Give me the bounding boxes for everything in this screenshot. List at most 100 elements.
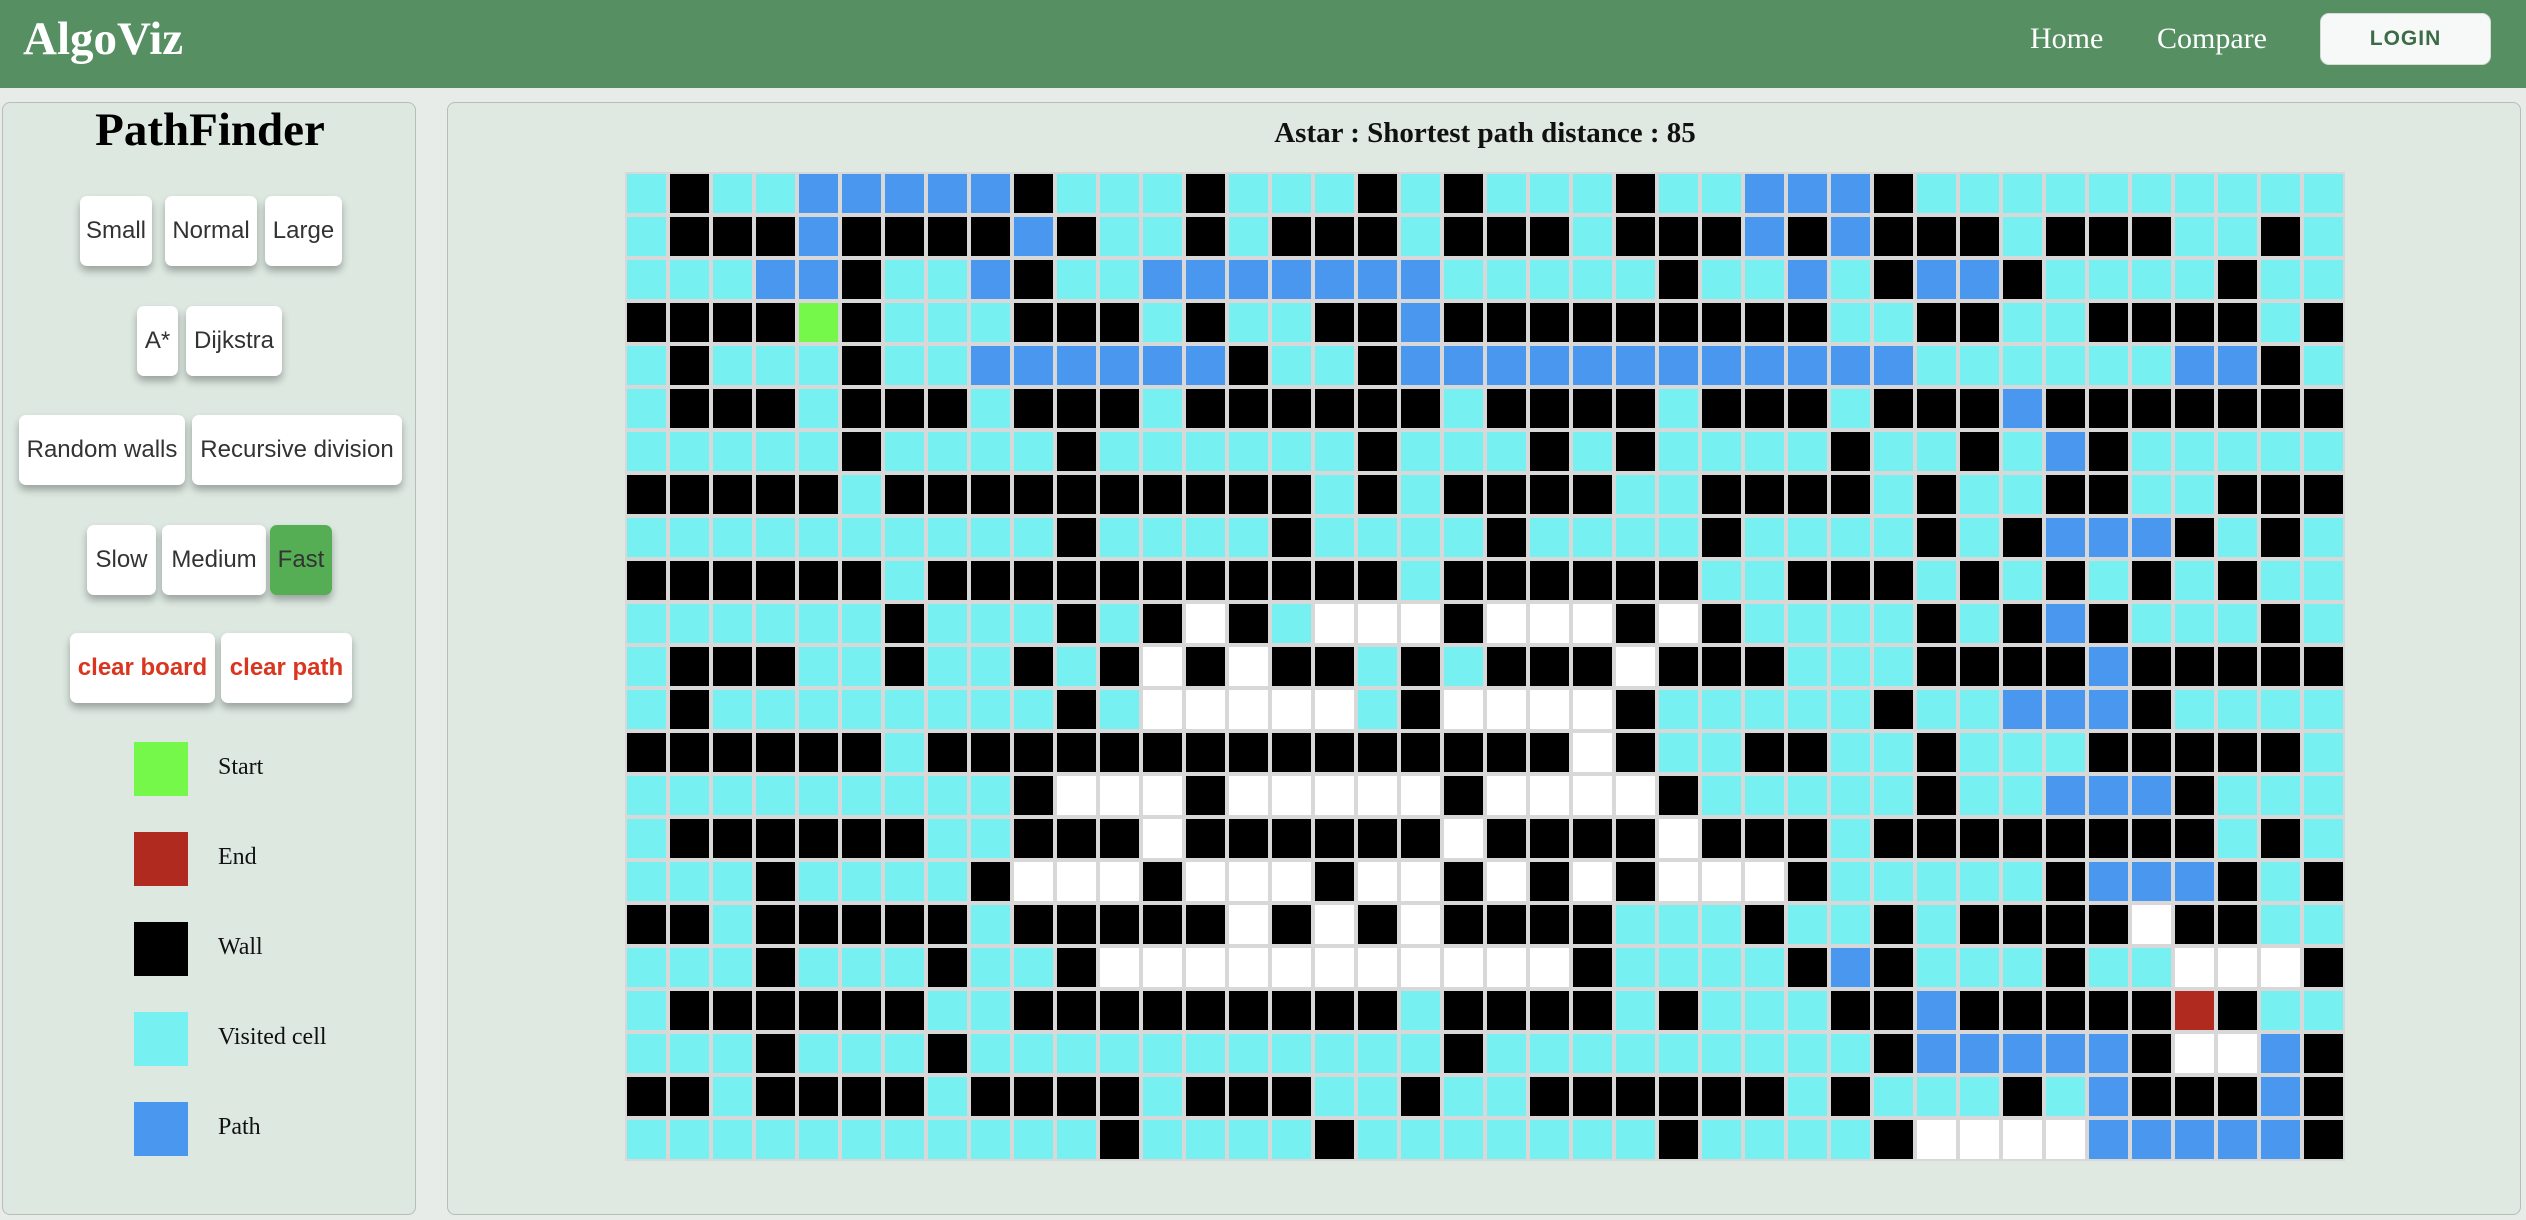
grid-cell-wall[interactable]	[711, 817, 754, 860]
grid-cell-wall[interactable]	[1356, 473, 1399, 516]
grid-cell-wall[interactable]	[1786, 817, 1829, 860]
grid-cell-visited[interactable]	[840, 1032, 883, 1075]
grid-cell-visited[interactable]	[1098, 172, 1141, 215]
grid-cell-visited[interactable]	[668, 1032, 711, 1075]
grid-cell-visited[interactable]	[1571, 516, 1614, 559]
grid-cell-wall[interactable]	[1055, 215, 1098, 258]
grid-cell-unvisited[interactable]	[1098, 860, 1141, 903]
grid-cell-visited[interactable]	[969, 301, 1012, 344]
grid-cell-wall[interactable]	[711, 473, 754, 516]
grid-cell-visited[interactable]	[2216, 817, 2259, 860]
grid-cell-wall[interactable]	[926, 215, 969, 258]
grid-cell-unvisited[interactable]	[1270, 860, 1313, 903]
grid-cell-unvisited[interactable]	[1227, 645, 1270, 688]
grid-cell-visited[interactable]	[2173, 215, 2216, 258]
grid-cell-visited[interactable]	[1571, 430, 1614, 473]
grid-cell-wall[interactable]	[1442, 1032, 1485, 1075]
grid-cell-wall[interactable]	[2130, 645, 2173, 688]
grid-cell-visited[interactable]	[2001, 172, 2044, 215]
grid-cell-visited[interactable]	[625, 602, 668, 645]
grid-cell-visited[interactable]	[1700, 559, 1743, 602]
grid-cell-wall[interactable]	[1313, 731, 1356, 774]
grid-cell-visited[interactable]	[711, 903, 754, 946]
grid-cell-wall[interactable]	[1313, 301, 1356, 344]
grid-cell-visited[interactable]	[1141, 301, 1184, 344]
grid-cell-wall[interactable]	[754, 946, 797, 989]
grid-cell-visited[interactable]	[1829, 1118, 1872, 1161]
grid-cell-wall[interactable]	[1442, 215, 1485, 258]
grid-cell-visited[interactable]	[926, 989, 969, 1032]
size-normal-button[interactable]: Normal	[165, 196, 257, 266]
grid-cell-wall[interactable]	[1270, 989, 1313, 1032]
grid-cell-visited[interactable]	[883, 1118, 926, 1161]
grid-cell-visited[interactable]	[2044, 344, 2087, 387]
grid-cell-wall[interactable]	[1915, 774, 1958, 817]
grid-cell-visited[interactable]	[1958, 688, 2001, 731]
grid-cell-wall[interactable]	[1485, 387, 1528, 430]
grid-cell-visited[interactable]	[1055, 1032, 1098, 1075]
grid-cell-wall[interactable]	[754, 1075, 797, 1118]
grid-cell-visited[interactable]	[926, 602, 969, 645]
grid-cell-unvisited[interactable]	[1184, 602, 1227, 645]
grid-cell-visited[interactable]	[1141, 1118, 1184, 1161]
grid-cell-visited[interactable]	[2044, 1075, 2087, 1118]
grid-cell-wall[interactable]	[2173, 1075, 2216, 1118]
grid-cell-wall[interactable]	[1485, 731, 1528, 774]
grid-cell-wall[interactable]	[1829, 989, 1872, 1032]
grid-cell-wall[interactable]	[1442, 559, 1485, 602]
grid-cell-unvisited[interactable]	[1184, 946, 1227, 989]
grid-cell-visited[interactable]	[1743, 602, 1786, 645]
grid-cell-wall[interactable]	[1012, 387, 1055, 430]
grid-cell-wall[interactable]	[969, 860, 1012, 903]
grid-cell-visited[interactable]	[883, 430, 926, 473]
grid-cell-wall[interactable]	[2216, 989, 2259, 1032]
grid-cell-path[interactable]	[1528, 344, 1571, 387]
grid-cell-wall[interactable]	[1012, 1075, 1055, 1118]
grid-cell-visited[interactable]	[711, 344, 754, 387]
grid-cell-wall[interactable]	[2130, 817, 2173, 860]
grid-cell-wall[interactable]	[1442, 903, 1485, 946]
grid-cell-unvisited[interactable]	[2216, 1032, 2259, 1075]
grid-cell-wall[interactable]	[1055, 387, 1098, 430]
grid-cell-wall[interactable]	[797, 1075, 840, 1118]
grid-cell-wall[interactable]	[1786, 473, 1829, 516]
grid-cell-visited[interactable]	[668, 430, 711, 473]
grid-cell-visited[interactable]	[625, 860, 668, 903]
grid-cell-visited[interactable]	[926, 1075, 969, 1118]
grid-cell-wall[interactable]	[1614, 301, 1657, 344]
grid-cell-visited[interactable]	[711, 172, 754, 215]
grid-cell-wall[interactable]	[2087, 903, 2130, 946]
grid-cell-wall[interactable]	[1571, 946, 1614, 989]
grid-cell-visited[interactable]	[1227, 516, 1270, 559]
grid-cell-wall[interactable]	[2173, 731, 2216, 774]
grid-cell-visited[interactable]	[1055, 645, 1098, 688]
grid-cell-wall[interactable]	[883, 1075, 926, 1118]
grid-cell-visited[interactable]	[2001, 946, 2044, 989]
grid-cell-wall[interactable]	[840, 559, 883, 602]
grid-cell-wall[interactable]	[883, 387, 926, 430]
grid-cell-wall[interactable]	[1055, 602, 1098, 645]
grid-cell-wall[interactable]	[1958, 559, 2001, 602]
grid-cell-wall[interactable]	[1313, 860, 1356, 903]
grid-cell-visited[interactable]	[1012, 1032, 1055, 1075]
grid-cell-wall[interactable]	[1184, 645, 1227, 688]
grid-cell-visited[interactable]	[711, 1075, 754, 1118]
grid-cell-visited[interactable]	[1270, 344, 1313, 387]
grid-cell-wall[interactable]	[1657, 1075, 1700, 1118]
grid-cell-wall[interactable]	[1055, 688, 1098, 731]
grid-cell-wall[interactable]	[840, 817, 883, 860]
grid-cell-unvisited[interactable]	[1485, 860, 1528, 903]
grid-cell-visited[interactable]	[1700, 989, 1743, 1032]
grid-cell-wall[interactable]	[1786, 731, 1829, 774]
grid-cell-visited[interactable]	[883, 688, 926, 731]
grid-cell-wall[interactable]	[1055, 301, 1098, 344]
speed-medium-button[interactable]: Medium	[162, 525, 266, 595]
grid-cell-unvisited[interactable]	[1399, 860, 1442, 903]
grid-cell-wall[interactable]	[1571, 301, 1614, 344]
grid-cell-wall[interactable]	[1313, 215, 1356, 258]
grid-cell-path[interactable]	[2044, 688, 2087, 731]
grid-cell-visited[interactable]	[1442, 516, 1485, 559]
grid-cell-visited[interactable]	[2130, 258, 2173, 301]
grid-cell-unvisited[interactable]	[1141, 774, 1184, 817]
grid-cell-wall[interactable]	[625, 301, 668, 344]
